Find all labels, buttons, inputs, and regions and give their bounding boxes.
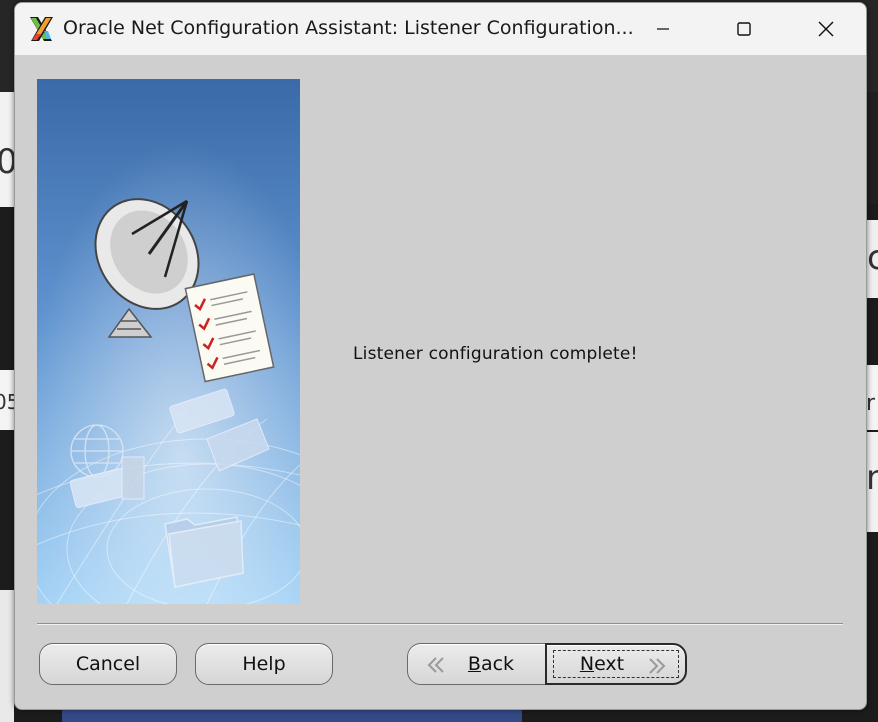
- background-strip: 05: [0, 370, 19, 430]
- back-label-rest: ack: [480, 653, 515, 675]
- background-strip: 0: [0, 92, 18, 207]
- title-bar[interactable]: Oracle Net Configuration Assistant: List…: [15, 3, 866, 55]
- double-chevron-left-icon: [427, 657, 444, 673]
- background-text: r: [866, 391, 876, 416]
- next-label-rest: ext: [594, 653, 625, 675]
- maximize-button[interactable]: [709, 3, 779, 55]
- wizard-illustration: [37, 79, 300, 604]
- cancel-button-label: Cancel: [75, 653, 141, 675]
- minimize-icon: [657, 28, 669, 30]
- minimize-button[interactable]: [628, 3, 698, 55]
- help-button[interactable]: Help: [195, 643, 333, 685]
- button-separator: [37, 623, 843, 625]
- back-button-label: Back: [468, 653, 514, 675]
- background-strip: [0, 590, 14, 722]
- oracle-x-icon: [30, 17, 53, 41]
- background-text: c: [867, 238, 878, 278]
- back-mnemonic: B: [467, 653, 481, 675]
- completion-message: Listener configuration complete!: [353, 344, 638, 364]
- double-chevron-right-icon: [649, 658, 666, 674]
- back-button[interactable]: Back: [407, 643, 547, 685]
- background-text: n: [866, 458, 878, 498]
- close-icon: [818, 21, 834, 37]
- cancel-button[interactable]: Cancel: [39, 643, 177, 685]
- close-button[interactable]: [791, 3, 861, 55]
- dialog-window: Oracle Net Configuration Assistant: List…: [14, 2, 867, 710]
- background-window: [62, 708, 522, 722]
- next-button-label: Next: [580, 653, 624, 675]
- next-mnemonic: N: [579, 653, 595, 675]
- window-title: Oracle Net Configuration Assistant: List…: [63, 17, 634, 39]
- next-button[interactable]: Next: [545, 643, 687, 685]
- maximize-icon: [737, 22, 751, 36]
- help-button-label: Help: [242, 653, 286, 675]
